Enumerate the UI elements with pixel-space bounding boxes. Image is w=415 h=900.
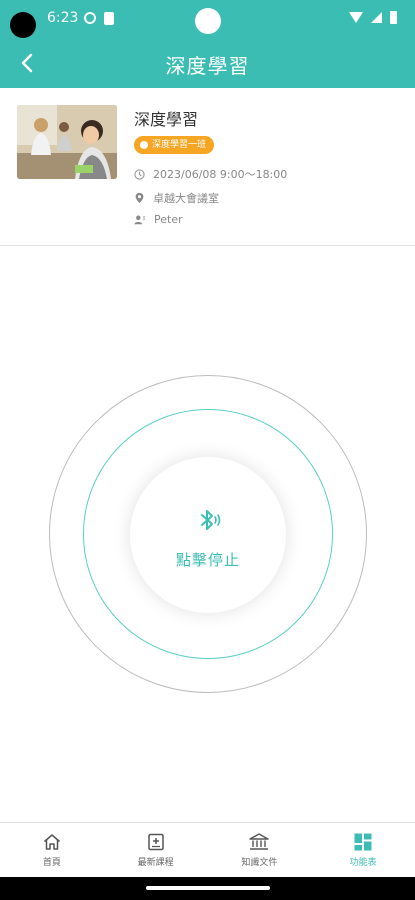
course-location-row: 卓越大會議室 <box>134 190 219 206</box>
status-time: 6:23 <box>47 10 79 26</box>
stop-label: 點擊停止 <box>175 551 240 569</box>
status-bar: 6:23 <box>0 0 415 38</box>
app-bar: 深度學習 <box>0 38 415 88</box>
class-badge: 深度學習一班 <box>134 136 215 154</box>
nav-item-home[interactable]: 首頁 <box>0 823 104 878</box>
nav-item-menu[interactable]: 功能表 <box>311 823 415 878</box>
classroom-photo-icon <box>17 105 117 179</box>
location-pin-icon <box>135 192 144 204</box>
bottom-nav: 首頁 最新課程 知識文件 功能表 <box>0 822 415 878</box>
nav-item-knowledge-docs[interactable]: 知識文件 <box>208 823 312 878</box>
notification-icon <box>84 12 96 24</box>
stop-scan-button[interactable]: 點擊停止 <box>130 457 286 613</box>
course-thumbnail <box>17 105 117 179</box>
course-datetime-row: 2023/06/08 9:00～18:00 <box>134 166 287 182</box>
library-icon <box>249 833 270 850</box>
home-icon <box>43 834 60 850</box>
instructor-icon <box>134 215 146 225</box>
bluetooth-icon <box>201 510 221 530</box>
nav-item-new-courses[interactable]: 最新課程 <box>104 823 208 878</box>
nav-label-home: 首頁 <box>42 858 61 868</box>
course-location: 卓越大會議室 <box>153 192 219 205</box>
course-instructor: Peter <box>154 213 183 226</box>
camera-cutout <box>10 12 36 38</box>
nav-label-knowledge-docs: 知識文件 <box>241 858 278 868</box>
clock-icon <box>134 168 145 180</box>
course-datetime: 2023/06/08 9:00～18:00 <box>153 168 288 181</box>
home-gesture-handle[interactable] <box>146 886 270 890</box>
new-course-icon <box>147 833 164 851</box>
page-title: 深度學習 <box>165 54 250 78</box>
nav-label-new-courses: 最新課程 <box>137 858 174 868</box>
grid-menu-icon <box>354 833 372 851</box>
front-camera-icon <box>195 8 221 34</box>
wifi-icon <box>349 12 363 23</box>
course-info: 深度學習 深度學習一班 2023/06/08 9:00～18:00 卓越大會議室… <box>0 88 415 246</box>
system-gesture-bar <box>0 877 415 900</box>
course-instructor-row: Peter <box>134 213 183 226</box>
nav-label-menu: 功能表 <box>349 858 377 868</box>
battery-icon <box>390 11 397 24</box>
status-icons <box>349 11 397 24</box>
signal-icon <box>371 12 382 23</box>
sim-card-icon <box>104 12 114 25</box>
course-title: 深度學習 <box>134 110 199 129</box>
